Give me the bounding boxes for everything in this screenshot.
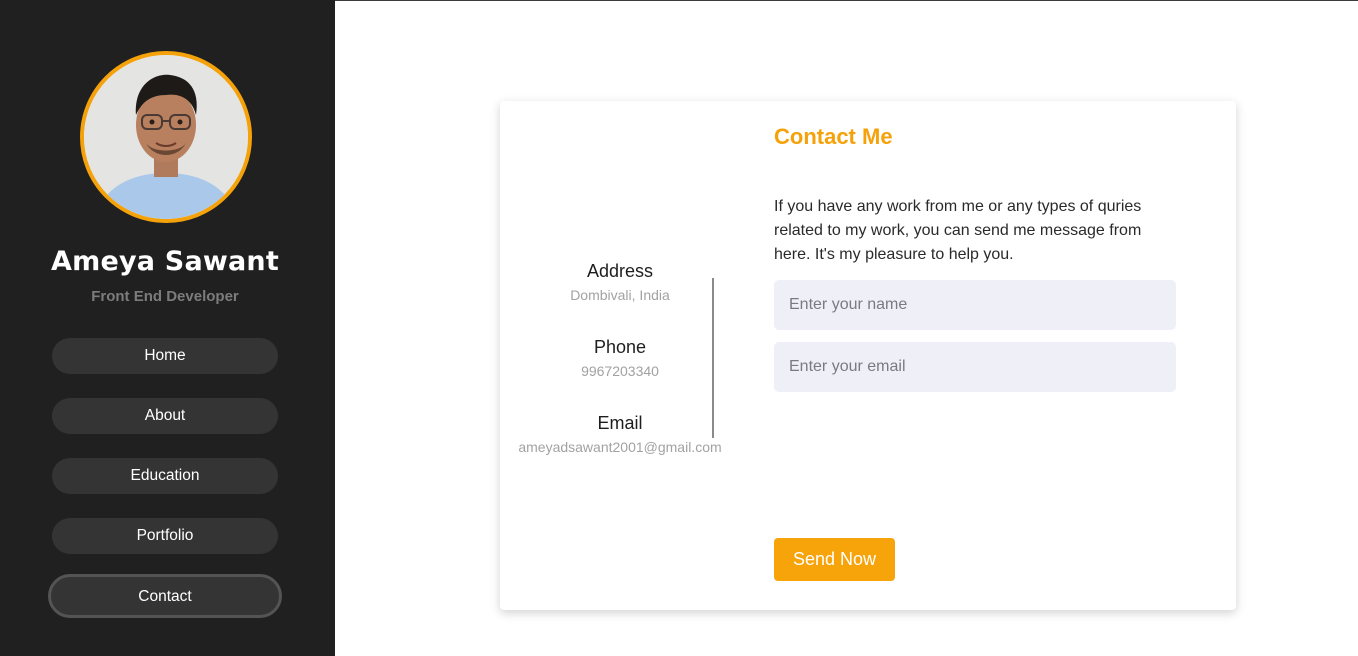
nav-contact[interactable]: Contact [48,574,282,618]
address-value: Dombivali, India [570,287,670,303]
name-input[interactable] [774,280,1176,330]
profile-name: Ameya Sawant [51,246,279,277]
email-value: ameyadsawant2001@gmail.com [518,439,722,455]
phone-value: 9967203340 [581,363,659,379]
send-button[interactable]: Send Now [774,538,895,581]
profile-role: Front End Developer [91,288,239,305]
sidebar: Ameya Sawant Front End Developer Home Ab… [0,0,335,656]
avatar [80,51,252,223]
address-label: Address [586,261,654,281]
divider [712,278,714,438]
nav-education[interactable]: Education [52,458,278,494]
contact-card: Address Dombivali, India Phone 996720334… [500,101,1236,610]
contact-title: Contact Me [774,124,893,149]
nav-portfolio[interactable]: Portfolio [52,518,278,554]
email-input[interactable] [774,342,1176,392]
email-label: Email [597,413,643,433]
phone-label: Phone [593,337,647,357]
contact-description: If you have any work from me or any type… [774,198,1142,263]
nav-home[interactable]: Home [52,338,278,374]
avatar-portrait [84,55,248,219]
nav-about[interactable]: About [52,398,278,434]
